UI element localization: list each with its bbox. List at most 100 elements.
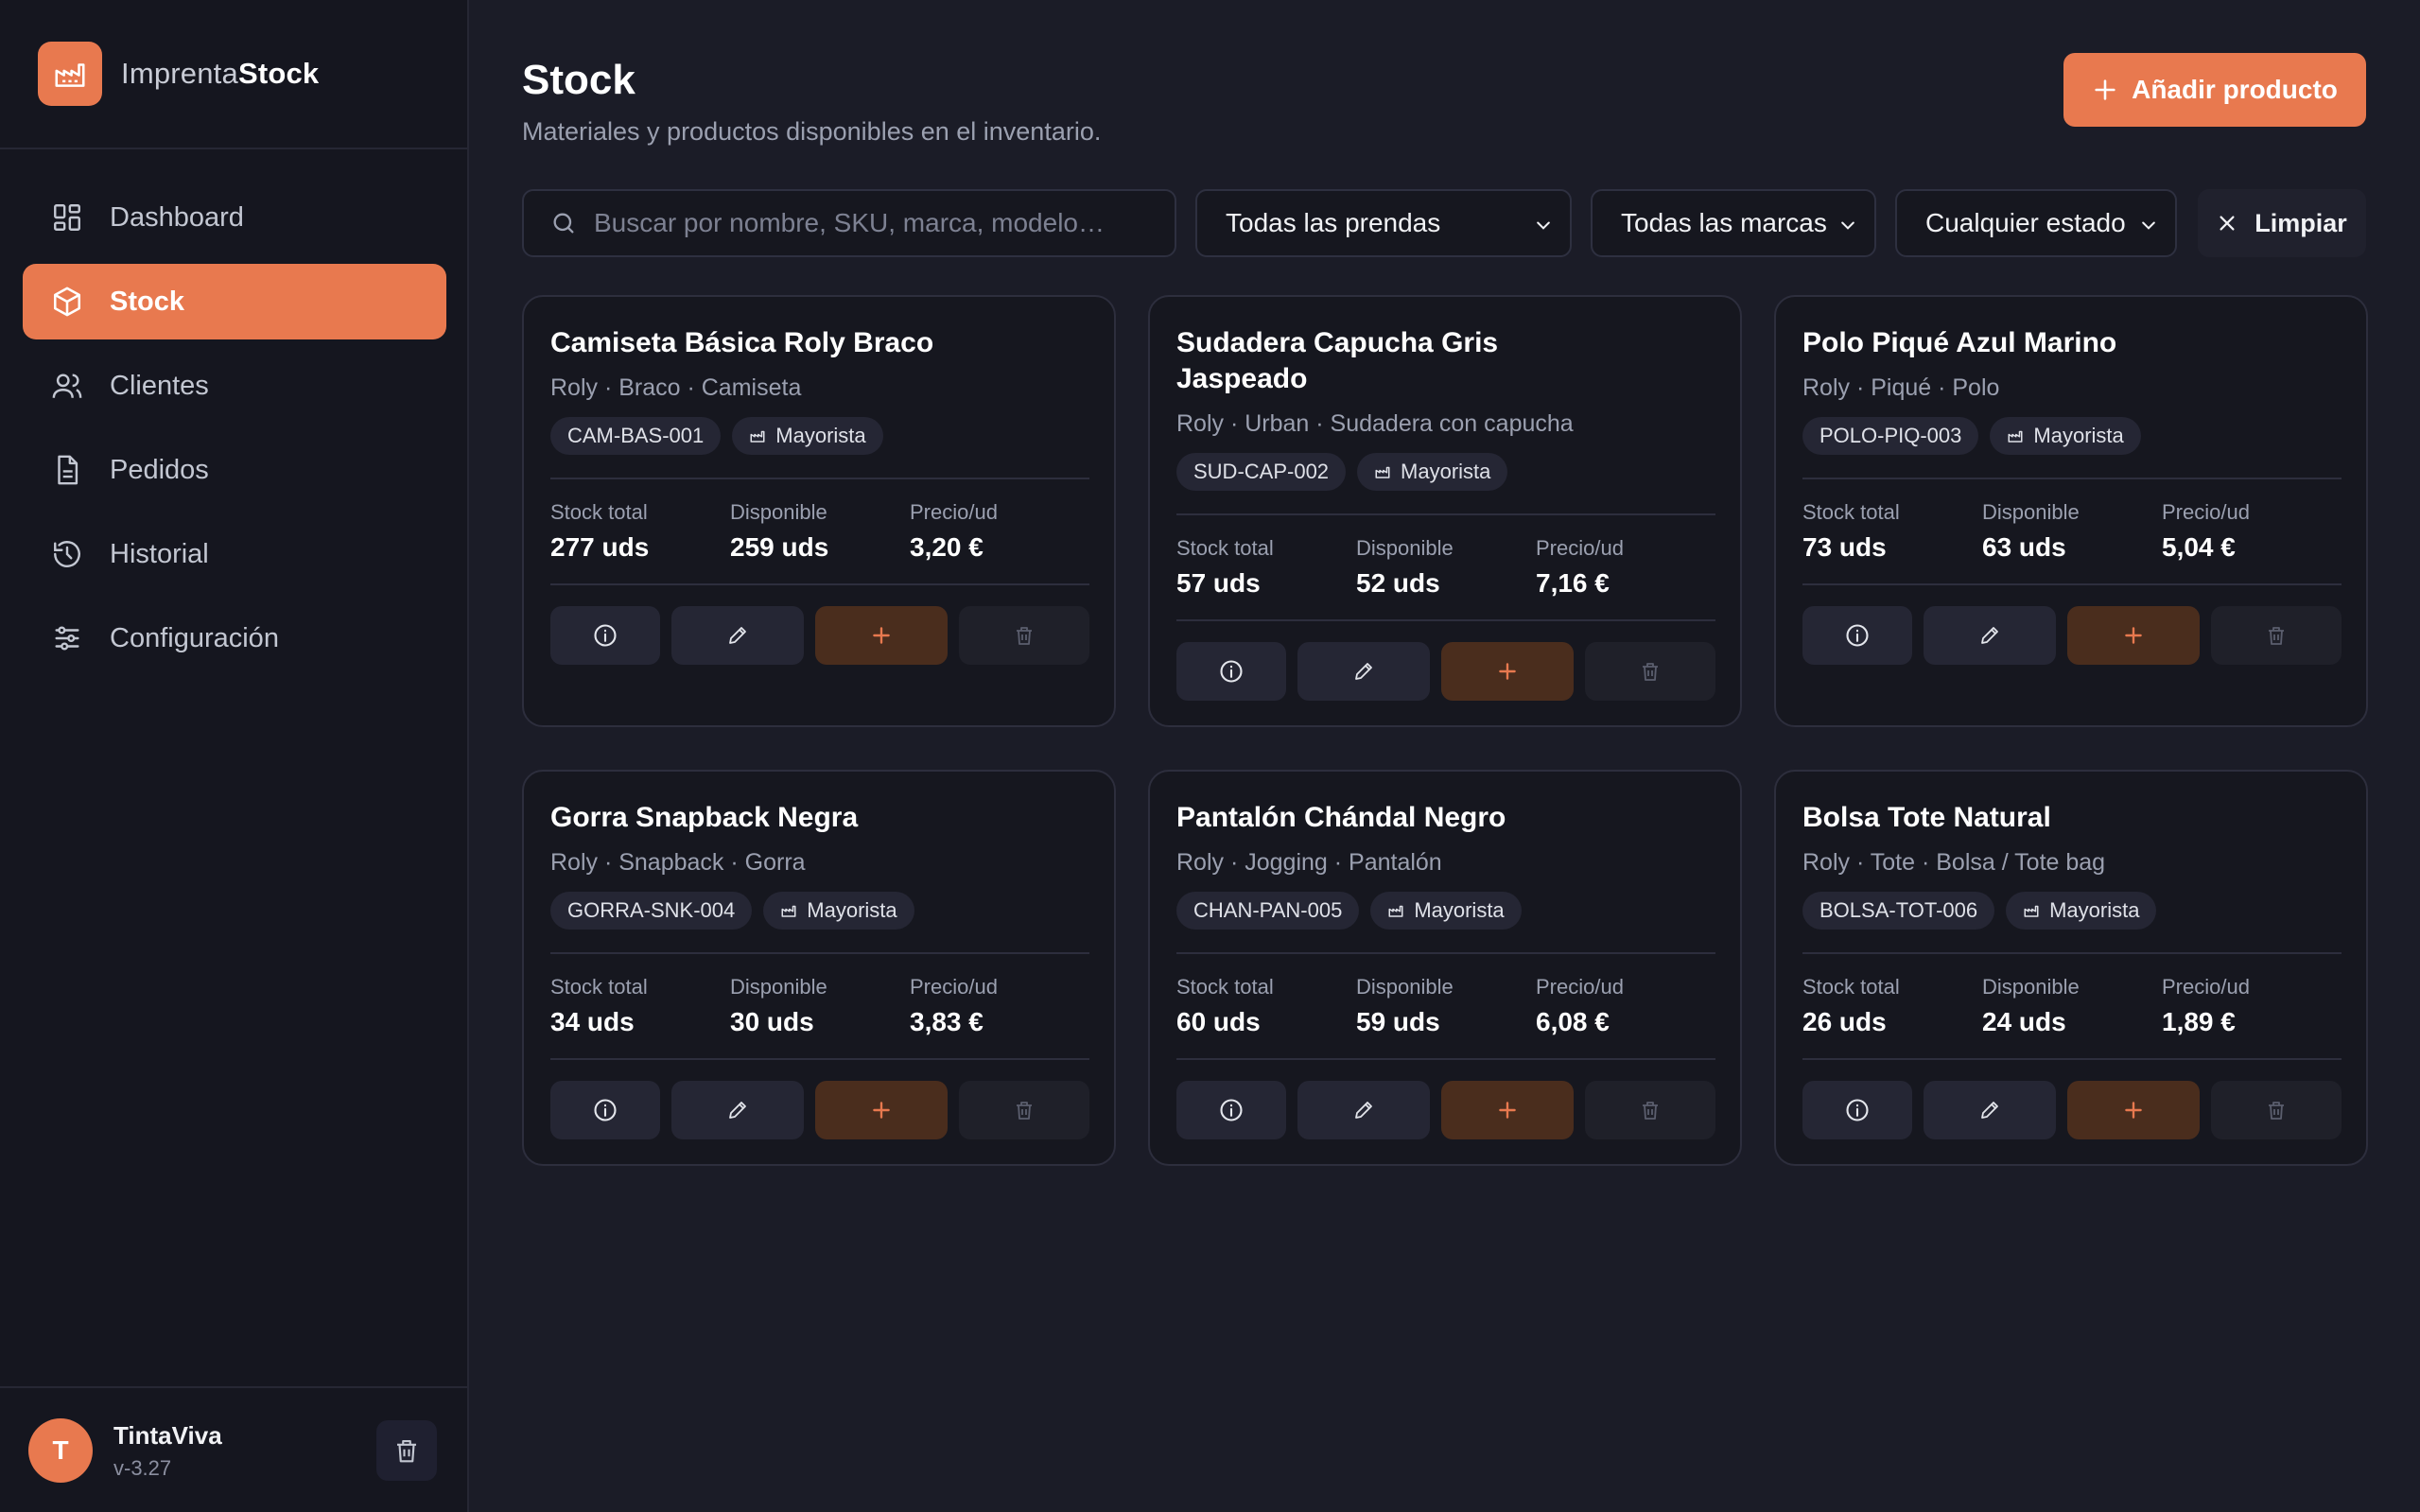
stat-value: 5,04 €: [2162, 532, 2236, 562]
stat-value: 52 uds: [1356, 568, 1440, 598]
info-button[interactable]: [1802, 606, 1912, 665]
info-icon: [1844, 1097, 1871, 1123]
edit-button[interactable]: [1924, 1081, 2056, 1139]
stat-total: Stock total 57 uds: [1176, 536, 1356, 599]
product-stats: Stock total 277 uds Disponible 259 uds P…: [550, 500, 1089, 563]
delete-button[interactable]: [1585, 642, 1715, 701]
sidebar-item-pedidos[interactable]: Pedidos: [23, 432, 446, 508]
avatar: T: [28, 1418, 93, 1483]
product-meta: Roly · Urban · Sudadera con capucha: [1176, 410, 1574, 437]
stat-value: 30 uds: [730, 1007, 814, 1036]
add-stock-button[interactable]: [1441, 642, 1574, 701]
info-icon: [1218, 658, 1245, 685]
info-button[interactable]: [1176, 642, 1286, 701]
sliders-icon: [51, 622, 83, 654]
sku-badge: CAM-BAS-001: [550, 417, 722, 455]
info-button[interactable]: [1802, 1081, 1912, 1139]
clear-filters-button[interactable]: Limpiar: [2198, 189, 2366, 257]
trash-icon: [1013, 1099, 1036, 1121]
stat-price: Precio/ud 3,83 €: [910, 975, 1089, 1037]
sidebar-item-historial[interactable]: Historial: [23, 516, 446, 592]
sku-badge: POLO-PIQ-003: [1802, 417, 1979, 455]
trash-icon: [1639, 660, 1662, 683]
garment-filter-select[interactable]: Todas las prendas: [1195, 189, 1572, 257]
brand-name: ImprentaStock: [121, 57, 319, 91]
add-stock-button[interactable]: [2067, 606, 2200, 665]
brand-filter-value: Todas las marcas: [1621, 208, 1827, 237]
add-stock-button[interactable]: [2067, 1081, 2200, 1139]
stat-available: Disponible 30 uds: [730, 975, 910, 1037]
stat-label: Precio/ud: [910, 975, 998, 999]
sidebar-item-stock[interactable]: Stock: [23, 264, 446, 339]
trash-icon: [1013, 624, 1036, 647]
factory-icon: [1387, 902, 1404, 919]
stat-label: Precio/ud: [1536, 536, 1624, 560]
add-product-button[interactable]: Añadir producto: [2063, 53, 2366, 127]
info-button[interactable]: [1176, 1081, 1286, 1139]
card-divider: [1802, 478, 2342, 479]
user-info: TintaViva v-3.27: [113, 1421, 222, 1481]
sku-badge: GORRA-SNK-004: [550, 892, 753, 930]
factory-icon: [2023, 902, 2040, 919]
status-filter-select[interactable]: Cualquier estado: [1895, 189, 2177, 257]
stat-value: 7,16 €: [1536, 568, 1610, 598]
trash-icon: [392, 1436, 421, 1465]
stat-label: Stock total: [1176, 536, 1274, 560]
edit-button[interactable]: [1924, 606, 2056, 665]
product-card: Bolsa Tote Natural Roly · Tote · Bolsa /…: [1774, 770, 2368, 1166]
stat-total: Stock total 60 uds: [1176, 975, 1356, 1037]
product-card: Sudadera Capucha Gris Jaspeado Roly · Ur…: [1148, 295, 1742, 727]
product-card-body: Polo Piqué Azul Marino Roly · Piqué · Po…: [1802, 325, 2342, 665]
add-stock-button[interactable]: [1441, 1081, 1574, 1139]
stat-label: Stock total: [1802, 500, 1900, 524]
product-tags: BOLSA-TOT-006 Mayorista: [1802, 892, 2342, 930]
page-subtitle: Materiales y productos disponibles en el…: [522, 117, 1102, 146]
edit-button[interactable]: [1297, 642, 1430, 701]
delete-button[interactable]: [959, 1081, 1089, 1139]
sidebar-item-label: Stock: [110, 286, 184, 317]
product-tags: CAM-BAS-001 Mayorista: [550, 417, 1089, 455]
stat-label: Precio/ud: [2162, 975, 2250, 999]
stat-label: Stock total: [1802, 975, 1900, 999]
search-box[interactable]: [522, 189, 1176, 257]
stat-label: Disponible: [730, 500, 827, 524]
tier-badge: Mayorista: [1370, 892, 1522, 930]
trash-icon: [1639, 1099, 1662, 1121]
garment-filter-value: Todas las prendas: [1226, 208, 1441, 237]
delete-button[interactable]: [959, 606, 1089, 665]
sidebar-item-configuracion[interactable]: Configuración: [23, 600, 446, 676]
delete-button[interactable]: [2211, 1081, 2342, 1139]
pencil-icon: [1978, 624, 2001, 647]
stat-label: Stock total: [550, 500, 648, 524]
stat-value: 59 uds: [1356, 1007, 1440, 1036]
plus-icon: [869, 1098, 894, 1122]
brand[interactable]: ImprentaStock: [38, 42, 319, 106]
info-button[interactable]: [550, 1081, 660, 1139]
edit-button[interactable]: [671, 1081, 804, 1139]
sidebar-item-label: Dashboard: [110, 201, 244, 233]
info-button[interactable]: [550, 606, 660, 665]
pencil-icon: [726, 1099, 749, 1121]
tier-label: Mayorista: [2033, 424, 2124, 447]
factory-icon: [780, 902, 797, 919]
sidebar-item-dashboard[interactable]: Dashboard: [23, 180, 446, 255]
user-profile[interactable]: T TintaViva v-3.27: [28, 1418, 222, 1483]
add-stock-button[interactable]: [815, 1081, 948, 1139]
stat-value: 277 uds: [550, 532, 650, 562]
delete-button[interactable]: [1585, 1081, 1715, 1139]
user-trash-button[interactable]: [376, 1420, 437, 1481]
factory-icon: [2007, 427, 2024, 444]
product-name: Pantalón Chándal Negro: [1176, 802, 1506, 833]
product-tags: SUD-CAP-002 Mayorista: [1176, 453, 1715, 491]
add-stock-button[interactable]: [815, 606, 948, 665]
search-input[interactable]: [594, 208, 1142, 238]
stat-value: 73 uds: [1802, 532, 1887, 562]
stat-label: Stock total: [550, 975, 648, 999]
sidebar-item-clientes[interactable]: Clientes: [23, 348, 446, 424]
edit-button[interactable]: [671, 606, 804, 665]
edit-button[interactable]: [1297, 1081, 1430, 1139]
delete-button[interactable]: [2211, 606, 2342, 665]
stat-label: Disponible: [1982, 500, 2080, 524]
factory-icon: [38, 42, 102, 106]
brand-filter-select[interactable]: Todas las marcas: [1591, 189, 1876, 257]
